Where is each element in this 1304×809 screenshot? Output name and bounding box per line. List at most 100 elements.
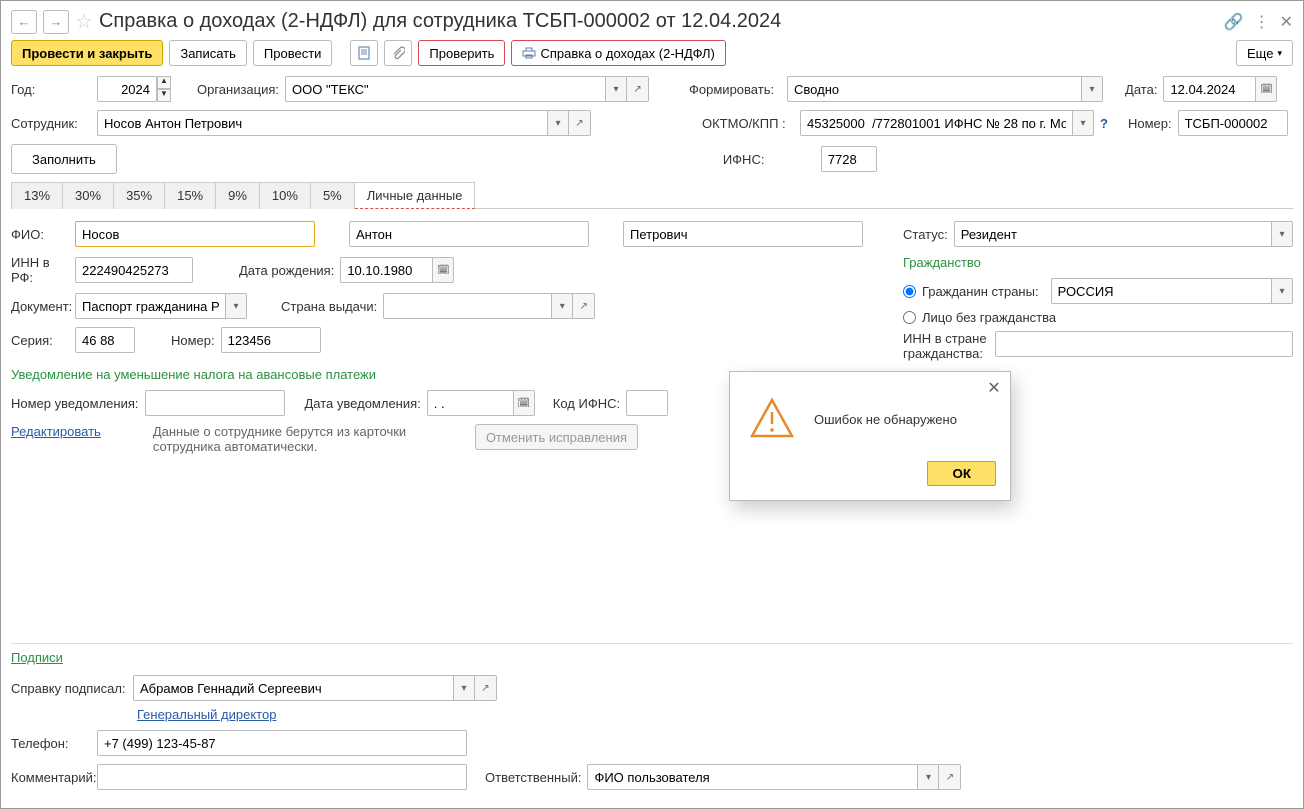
- stateless-radio[interactable]: [903, 311, 916, 324]
- fill-button[interactable]: Заполнить: [11, 144, 117, 174]
- more-button[interactable]: Еще ▾: [1236, 40, 1293, 66]
- issue-country-dropdown-button[interactable]: ▾: [551, 293, 573, 319]
- favorite-star-icon[interactable]: ☆: [75, 9, 93, 34]
- responsible-input[interactable]: [587, 764, 917, 790]
- doc-number-label: Номер:: [171, 333, 215, 348]
- tab-5[interactable]: 5%: [311, 182, 355, 209]
- ifns-input[interactable]: [821, 146, 877, 172]
- citizen-radio-label: Гражданин страны:: [922, 284, 1039, 299]
- citizen-radio[interactable]: [903, 285, 916, 298]
- birth-input[interactable]: [340, 257, 432, 283]
- series-input[interactable]: [75, 327, 135, 353]
- status-dropdown-button[interactable]: ▾: [1271, 221, 1293, 247]
- signatures-link[interactable]: Подписи: [11, 650, 63, 665]
- year-label: Год:: [11, 82, 91, 97]
- name-input[interactable]: [349, 221, 589, 247]
- number-label: Номер:: [1128, 116, 1172, 131]
- nav-forward-button[interactable]: →: [43, 10, 69, 34]
- attachment-button[interactable]: [384, 40, 412, 66]
- org-open-button[interactable]: ↗: [627, 76, 649, 102]
- notice-date-calendar-button[interactable]: 🗓: [513, 390, 535, 416]
- signed-by-open-button[interactable]: ↗: [475, 675, 497, 701]
- write-button[interactable]: Записать: [169, 40, 247, 66]
- employee-label: Сотрудник:: [11, 116, 91, 131]
- signed-by-label: Справку подписал:: [11, 681, 127, 696]
- number-input[interactable]: [1178, 110, 1288, 136]
- issue-country-input[interactable]: [383, 293, 551, 319]
- patronymic-input[interactable]: [623, 221, 863, 247]
- employee-input[interactable]: [97, 110, 547, 136]
- document-dropdown-button[interactable]: ▾: [225, 293, 247, 319]
- employee-dropdown-button[interactable]: ▾: [547, 110, 569, 136]
- document-icon: [357, 46, 371, 60]
- auto-info-text: Данные о сотруднике берутся из карточки …: [153, 424, 433, 454]
- year-down-button[interactable]: ▼: [157, 89, 171, 102]
- status-label: Статус:: [903, 227, 948, 242]
- inn-rf-label: ИНН в РФ:: [11, 255, 69, 285]
- date-calendar-button[interactable]: 🗓: [1255, 76, 1277, 102]
- responsible-label: Ответственный:: [485, 770, 581, 785]
- document-label: Документ:: [11, 299, 69, 314]
- notice-date-input[interactable]: [427, 390, 513, 416]
- issue-country-label: Страна выдачи:: [281, 299, 377, 314]
- inn-country-input[interactable]: [995, 331, 1293, 357]
- surname-input[interactable]: [75, 221, 315, 247]
- country-dropdown-button[interactable]: ▾: [1271, 278, 1293, 304]
- birth-calendar-button[interactable]: 🗓: [432, 257, 454, 283]
- cancel-corrections-button[interactable]: Отменить исправления: [475, 424, 638, 450]
- inn-rf-input[interactable]: [75, 257, 193, 283]
- org-dropdown-button[interactable]: ▾: [605, 76, 627, 102]
- formation-input[interactable]: [787, 76, 1081, 102]
- close-window-icon[interactable]: ✕: [1280, 12, 1293, 32]
- responsible-dropdown-button[interactable]: ▾: [917, 764, 939, 790]
- tab-35[interactable]: 35%: [114, 182, 165, 209]
- tab-10[interactable]: 10%: [260, 182, 311, 209]
- edit-link[interactable]: Редактировать: [11, 424, 101, 439]
- oktmo-dropdown-button[interactable]: ▾: [1072, 110, 1094, 136]
- check-button[interactable]: Проверить: [418, 40, 505, 66]
- tab-30[interactable]: 30%: [63, 182, 114, 209]
- print-ndfl-button[interactable]: Справка о доходах (2-НДФЛ): [511, 40, 725, 66]
- responsible-open-button[interactable]: ↗: [939, 764, 961, 790]
- oktmo-help-button[interactable]: ?: [1100, 116, 1108, 131]
- dialog-close-button[interactable]: ✕: [984, 378, 1004, 398]
- doc-number-input[interactable]: [221, 327, 321, 353]
- comment-input[interactable]: [97, 764, 467, 790]
- post-button[interactable]: Провести: [253, 40, 333, 66]
- org-input[interactable]: [285, 76, 605, 102]
- phone-label: Телефон:: [11, 736, 91, 751]
- tab-personal-data[interactable]: Личные данные: [355, 182, 476, 209]
- dialog-ok-button[interactable]: ОК: [927, 461, 996, 486]
- signed-by-position-link[interactable]: Генеральный директор: [137, 707, 276, 722]
- org-label: Организация:: [197, 82, 279, 97]
- year-up-button[interactable]: ▲: [157, 76, 171, 89]
- tab-9[interactable]: 9%: [216, 182, 260, 209]
- nav-back-button[interactable]: ←: [11, 10, 37, 34]
- year-input[interactable]: [97, 76, 157, 102]
- document-icon-button[interactable]: [350, 40, 378, 66]
- tab-13[interactable]: 13%: [11, 182, 63, 209]
- link-icon[interactable]: 🔗: [1224, 12, 1244, 32]
- document-input[interactable]: [75, 293, 225, 319]
- kebab-menu-icon[interactable]: ⋮: [1254, 12, 1270, 32]
- ifns-code-input[interactable]: [626, 390, 668, 416]
- warning-triangle-icon: [748, 394, 796, 445]
- birth-label: Дата рождения:: [239, 263, 334, 278]
- notice-num-input[interactable]: [145, 390, 285, 416]
- tab-15[interactable]: 15%: [165, 182, 216, 209]
- formation-label: Формировать:: [689, 82, 781, 97]
- employee-open-button[interactable]: ↗: [569, 110, 591, 136]
- signed-by-input[interactable]: [133, 675, 453, 701]
- oktmo-label: ОКТМО/КПП :: [702, 116, 794, 131]
- tabs: 13% 30% 35% 15% 9% 10% 5% Личные данные: [11, 182, 1293, 209]
- ifns-code-label: Код ИФНС:: [553, 396, 620, 411]
- phone-input[interactable]: [97, 730, 467, 756]
- oktmo-input[interactable]: [800, 110, 1072, 136]
- status-input[interactable]: [954, 221, 1271, 247]
- post-and-close-button[interactable]: Провести и закрыть: [11, 40, 163, 66]
- date-input[interactable]: [1163, 76, 1255, 102]
- signed-by-dropdown-button[interactable]: ▾: [453, 675, 475, 701]
- issue-country-open-button[interactable]: ↗: [573, 293, 595, 319]
- country-input[interactable]: [1051, 278, 1271, 304]
- formation-dropdown-button[interactable]: ▾: [1081, 76, 1103, 102]
